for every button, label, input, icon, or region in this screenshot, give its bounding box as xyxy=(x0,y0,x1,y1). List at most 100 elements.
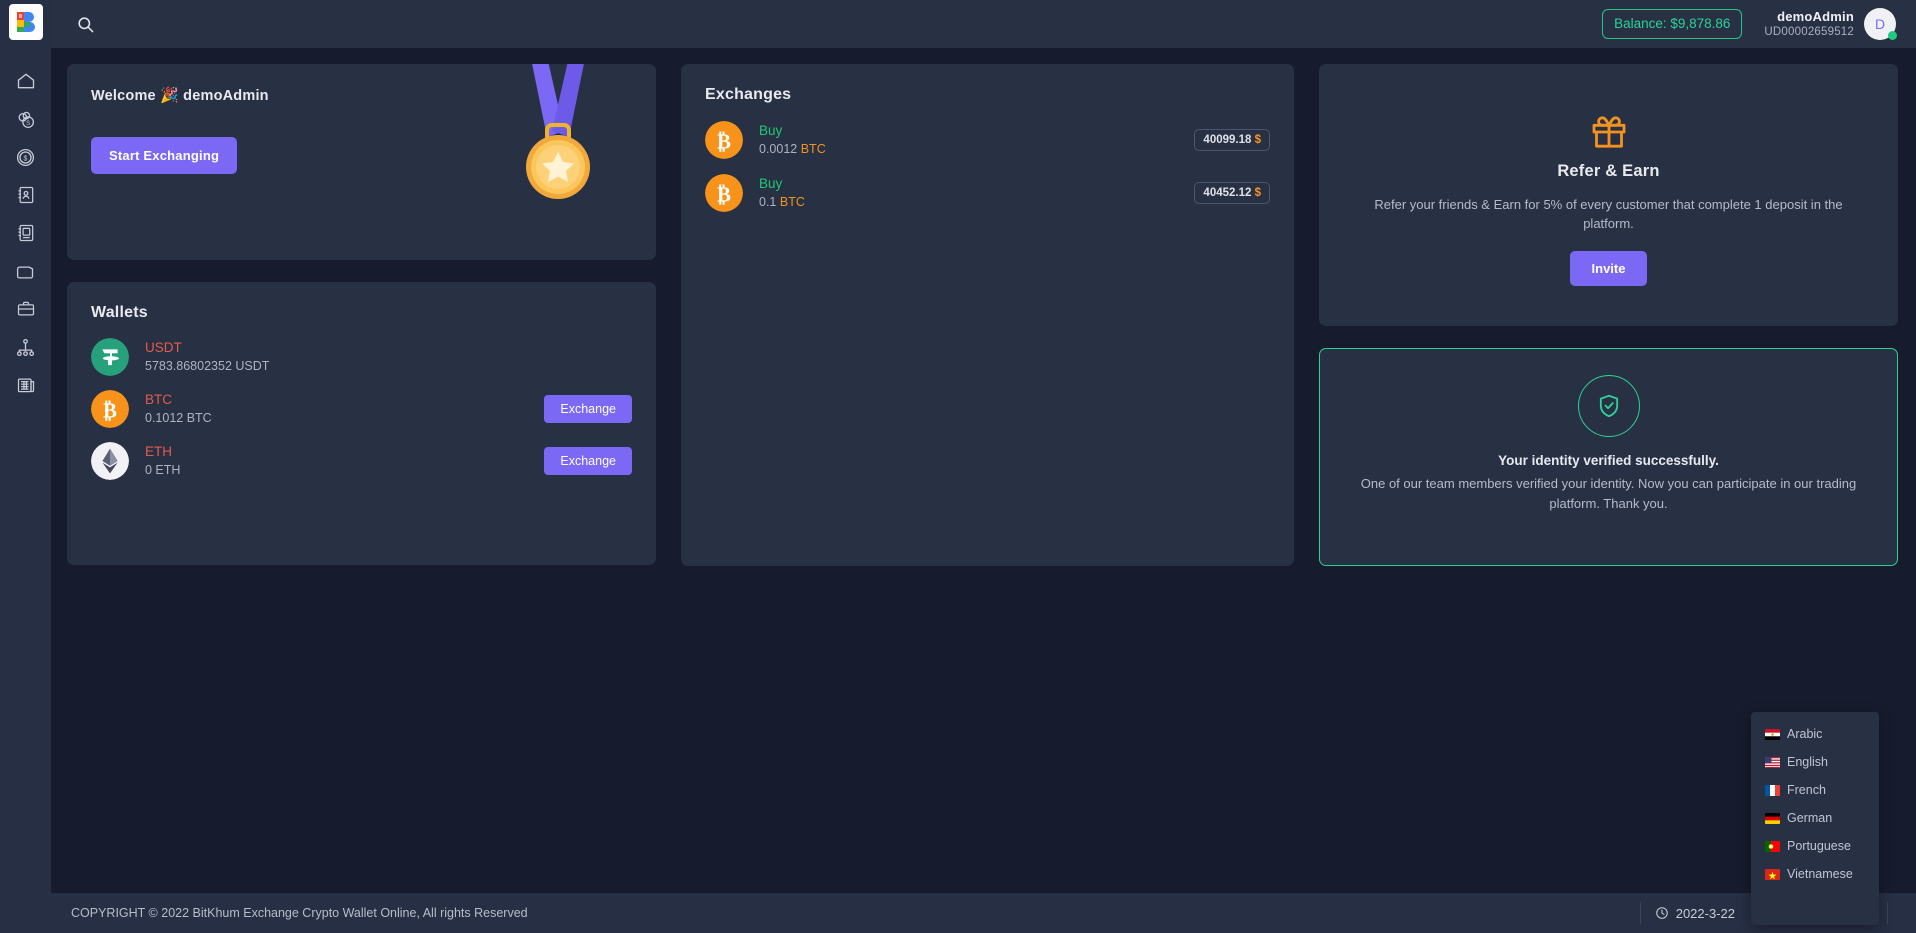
language-option-french[interactable]: French xyxy=(1751,776,1879,804)
wallet-icon xyxy=(16,265,34,279)
wallet-row: USDT 5783.86802352 USDT xyxy=(91,338,632,376)
flag-eg-icon xyxy=(1765,728,1780,740)
refer-earn-card: Refer & Earn Refer your friends & Earn f… xyxy=(1319,64,1898,326)
exchange-type: Buy xyxy=(759,176,783,192)
wallet-amount: 0.1012 BTC xyxy=(145,410,212,425)
shield-check-icon xyxy=(1599,394,1618,418)
language-option-german[interactable]: German xyxy=(1751,804,1879,832)
bitcoin-icon: ₿ xyxy=(91,390,129,428)
language-label: German xyxy=(1787,811,1833,825)
welcome-username: demoAdmin xyxy=(183,88,269,104)
wallets-card: Wallets USDT 5783.86802352 USDT ₿ BTC 0.… xyxy=(67,282,656,565)
language-option-portuguese[interactable]: Portuguese xyxy=(1751,832,1879,860)
wallet-row: ₿ BTC 0.1012 BTC Exchange xyxy=(91,390,632,428)
sidebar-item-orders[interactable] xyxy=(0,214,51,252)
wallet-exchange-button[interactable]: Exchange xyxy=(544,447,632,475)
wallet-amount: 0 ETH xyxy=(145,462,181,477)
wallets-title: Wallets xyxy=(91,304,148,321)
wallet-exchange-button[interactable]: Exchange xyxy=(544,395,632,423)
language-label: French xyxy=(1787,783,1826,797)
copyright-text: COPYRIGHT © 2022 BitKhum Exchange Crypto… xyxy=(71,906,528,920)
exchanges-list: ₿ Buy 0.0012 BTC 40099.18 $ ₿ Buy 0.1 BT… xyxy=(705,121,1270,212)
exchange-type: Buy xyxy=(759,123,783,139)
language-option-arabic[interactable]: Arabic xyxy=(1751,720,1879,748)
bitcoin-icon: ₿ xyxy=(705,174,743,212)
wallet-symbol: USDT xyxy=(145,340,182,356)
ethereum-icon xyxy=(91,442,129,480)
language-option-vietnamese[interactable]: Vietnamese xyxy=(1751,860,1879,888)
footer-divider xyxy=(1887,902,1888,924)
verified-description: One of our team members verified your id… xyxy=(1360,476,1857,511)
user-name: demoAdmin xyxy=(1777,8,1854,24)
clock-icon xyxy=(1655,907,1668,919)
avatar-letter: D xyxy=(1874,16,1886,32)
exchange-price-badge: 40099.18 $ xyxy=(1194,129,1270,151)
sidebar-item-home[interactable] xyxy=(0,62,51,100)
gift-wrap xyxy=(1349,112,1868,152)
exchange-amount-value: 0.0012 xyxy=(759,141,798,156)
search-icon xyxy=(77,16,93,32)
identity-verified-card: Your identity verified successfully. One… xyxy=(1319,348,1898,566)
language-option-english[interactable]: English xyxy=(1751,748,1879,776)
medal-icon xyxy=(526,64,590,199)
sidebar-item-reports[interactable] xyxy=(0,366,51,404)
sidebar-item-contacts[interactable] xyxy=(0,176,51,214)
flag-de-icon xyxy=(1765,812,1780,824)
sidebar-item-coins[interactable]: S xyxy=(0,100,51,138)
online-status-dot xyxy=(1888,31,1897,40)
exchange-meta: Buy 0.1 BTC xyxy=(759,175,805,210)
flag-pt-icon xyxy=(1765,840,1780,852)
home-icon xyxy=(17,73,34,89)
svg-text:₿: ₿ xyxy=(717,130,731,154)
exchange-amount-unit: BTC xyxy=(800,141,826,156)
bitkhum-logo-icon xyxy=(16,12,35,32)
sidebar-item-network[interactable] xyxy=(0,328,51,366)
footer: COPYRIGHT © 2022 BitKhum Exchange Crypto… xyxy=(51,893,1916,933)
language-label: Portuguese xyxy=(1787,839,1851,853)
balance-badge[interactable]: Balance: $9,878.86 xyxy=(1602,9,1743,39)
gift-icon xyxy=(1592,116,1625,148)
start-exchanging-button[interactable]: Start Exchanging xyxy=(91,137,238,174)
exchanges-title: Exchanges xyxy=(705,86,792,103)
svg-text:₿: ₿ xyxy=(717,183,731,207)
column-right: Refer & Earn Refer your friends & Earn f… xyxy=(1319,64,1898,566)
svg-text:$: $ xyxy=(24,155,28,162)
welcome-prefix: Welcome xyxy=(91,88,156,104)
coins-icon: S xyxy=(18,111,35,128)
flag-us-icon xyxy=(1765,756,1780,768)
exchange-price-badge: 40452.12 $ xyxy=(1194,182,1270,204)
footer-divider xyxy=(1639,902,1641,924)
exchange-price-currency: $ xyxy=(1254,187,1261,199)
language-label: Vietnamese xyxy=(1787,867,1853,881)
sidebar-item-dollar[interactable]: $ xyxy=(0,138,51,176)
invite-button[interactable]: Invite xyxy=(1569,251,1648,287)
wallet-meta: ETH 0 ETH xyxy=(145,443,180,478)
footer-date-text: 2022-3-22 xyxy=(1675,905,1735,921)
party-popper-icon: 🎉 xyxy=(160,87,179,104)
language-dropdown-menu[interactable]: Arabic English French German Portuguese … xyxy=(1751,712,1879,925)
avatar[interactable]: D xyxy=(1864,8,1897,40)
dashboard-content: Welcome 🎉 demoAdmin Start Exchanging Wal… xyxy=(51,48,1916,893)
exchange-price-currency: $ xyxy=(1254,134,1261,146)
exchange-row: ₿ Buy 0.0012 BTC 40099.18 $ xyxy=(705,121,1270,159)
news-report-icon xyxy=(17,378,34,393)
tether-icon xyxy=(91,338,129,376)
sidebar-item-wallet[interactable] xyxy=(0,252,51,290)
wallet-meta: BTC 0.1012 BTC xyxy=(145,391,212,426)
exchange-amount: 0.1 BTC xyxy=(759,194,805,211)
user-menu[interactable]: demoAdmin UD00002659512 D xyxy=(1764,8,1897,40)
svg-text:S: S xyxy=(26,119,30,126)
main-pane: Balance: $9,878.86 demoAdmin UD000026595… xyxy=(51,0,1916,933)
app-root: S $ Balance: $9,878.86 demoAdmin UD00002… xyxy=(0,0,1916,933)
search-button[interactable] xyxy=(69,8,101,40)
language-label: Arabic xyxy=(1787,727,1823,741)
refer-cta-wrap: Invite xyxy=(1349,251,1868,287)
app-logo[interactable] xyxy=(8,4,43,40)
wallet-row: ETH 0 ETH Exchange xyxy=(91,442,632,480)
refer-description: Refer your friends & Earn for 5% of ever… xyxy=(1374,197,1843,232)
sidebar-item-portfolio[interactable] xyxy=(0,290,51,328)
sitemap-icon xyxy=(16,338,35,356)
exchange-row: ₿ Buy 0.1 BTC 40452.12 $ xyxy=(705,174,1270,212)
footer-date[interactable]: 2022-3-22 xyxy=(1655,906,1735,921)
order-book-icon xyxy=(18,224,33,242)
